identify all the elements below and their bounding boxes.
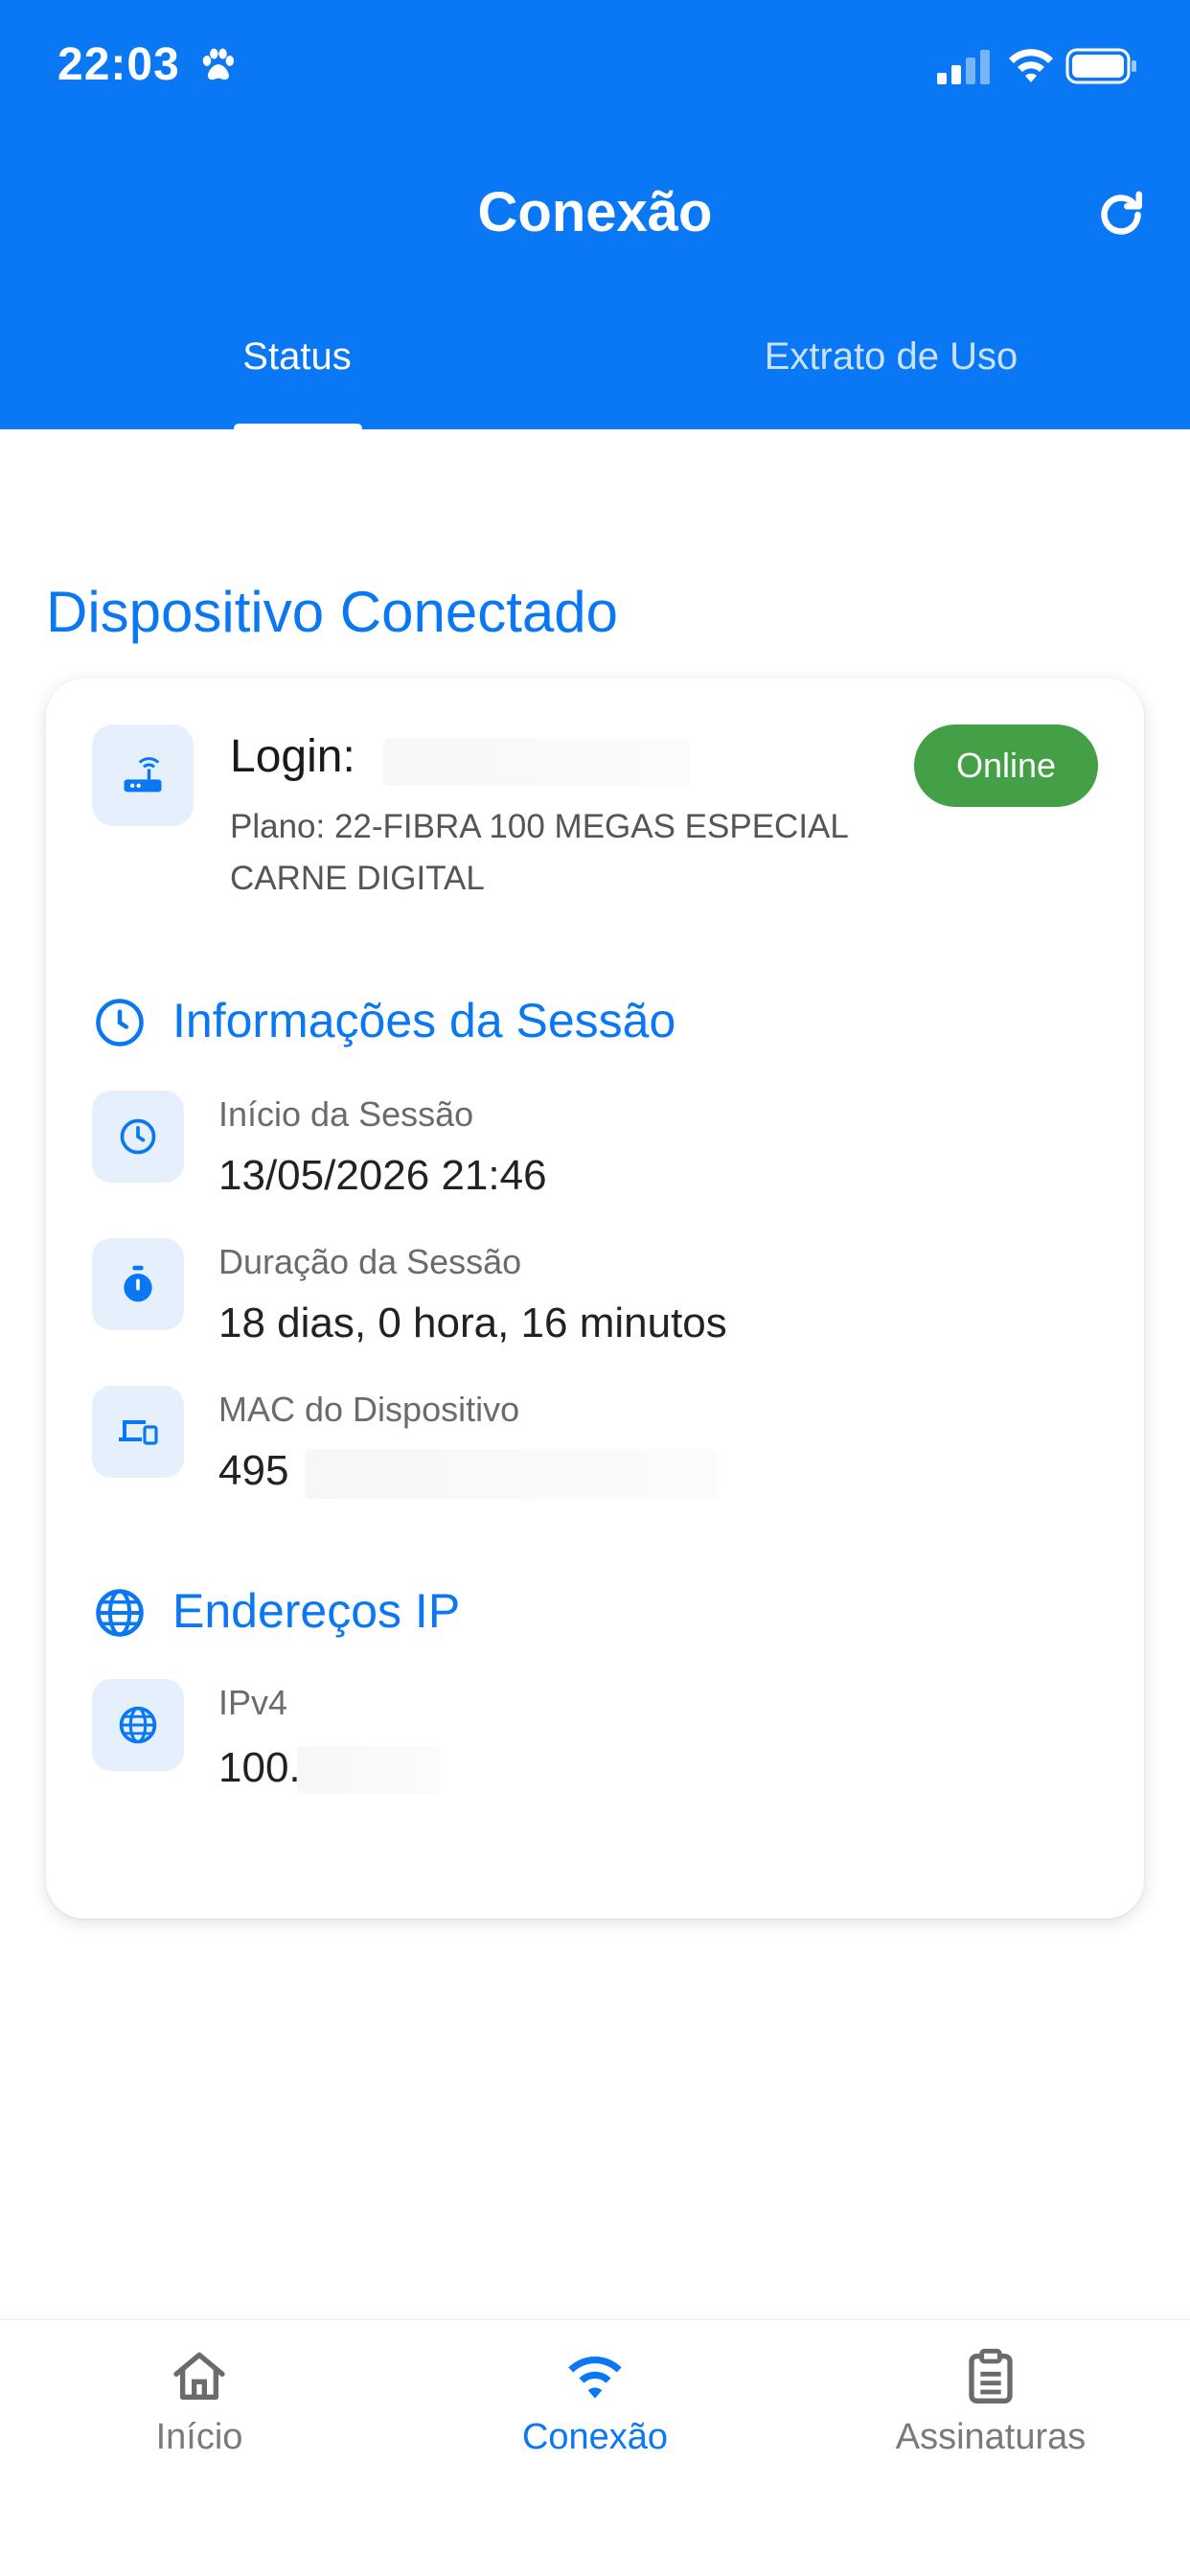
home-icon <box>173 2352 225 2400</box>
nav-label-conexao: Conexão <box>521 2417 669 2457</box>
nav-label-inicio: Início <box>155 2417 243 2457</box>
section-title: Dispositivo Conectado <box>46 580 618 644</box>
ipv4-icon-box <box>92 1679 184 1771</box>
clock-heading-icon <box>96 999 144 1046</box>
wifi-status-icon <box>1009 49 1053 82</box>
tab-extrato-de-uso[interactable]: Extrato de Uso <box>671 335 1111 393</box>
ipv4-value: 100. <box>218 1744 301 1791</box>
globe-heading-icon <box>96 1589 144 1637</box>
page-title: Conexão <box>477 181 713 243</box>
session-start-value: 13/05/2026 21:46 <box>218 1152 547 1199</box>
wifi-icon <box>568 2357 622 2399</box>
signal-icon <box>937 50 990 84</box>
status-bar: 22:03 <box>0 0 1190 134</box>
status-time: 22:03 <box>57 39 180 90</box>
login-label: Login: <box>230 731 355 782</box>
ip-heading: Endereços IP <box>172 1584 461 1638</box>
screen: 22:03 Conexão Status Extrato de Uso Disp… <box>0 0 1190 2576</box>
session-duration-value: 18 dias, 0 hora, 16 minutos <box>218 1300 727 1346</box>
mac-value: 495 <box>218 1447 289 1494</box>
stopwatch-icon <box>124 1265 152 1302</box>
redacted-mac <box>305 1449 717 1499</box>
paw-icon <box>202 48 235 80</box>
router-icon-box <box>92 724 194 826</box>
ipv4-label: IPv4 <box>218 1683 288 1722</box>
session-start-icon-box <box>92 1091 184 1183</box>
session-heading: Informações da Sessão <box>172 994 676 1047</box>
nav-item-conexao[interactable]: Conexão <box>451 2338 739 2458</box>
redacted-login <box>383 738 690 786</box>
redacted-ipv4 <box>297 1746 441 1794</box>
clock-icon <box>120 1118 156 1155</box>
session-duration-icon-box <box>92 1238 184 1330</box>
nav-label-assinaturas: Assinaturas <box>895 2417 1087 2457</box>
devices-icon <box>119 1420 158 1445</box>
session-duration-label: Duração da Sessão <box>218 1242 522 1281</box>
mac-icon-box <box>92 1386 184 1478</box>
nav-item-inicio[interactable]: Início <box>56 2338 343 2458</box>
app-header: 22:03 Conexão Status Extrato de Uso <box>0 0 1190 433</box>
tab-indicator <box>234 424 362 433</box>
battery-icon <box>1065 48 1136 84</box>
status-badge: Online <box>914 724 1098 807</box>
globe-icon <box>119 1706 157 1744</box>
plan-text: Plano: 22-FIBRA 100 MEGAS ESPECIAL CARNE… <box>230 808 848 897</box>
clipboard-icon <box>969 2348 1013 2404</box>
router-icon <box>124 757 162 793</box>
mac-label: MAC do Dispositivo <box>218 1390 520 1429</box>
nav-item-assinaturas[interactable]: Assinaturas <box>847 2338 1134 2458</box>
session-start-label: Início da Sessão <box>218 1094 474 1134</box>
tab-status[interactable]: Status <box>153 335 441 393</box>
refresh-icon[interactable] <box>1092 186 1150 243</box>
